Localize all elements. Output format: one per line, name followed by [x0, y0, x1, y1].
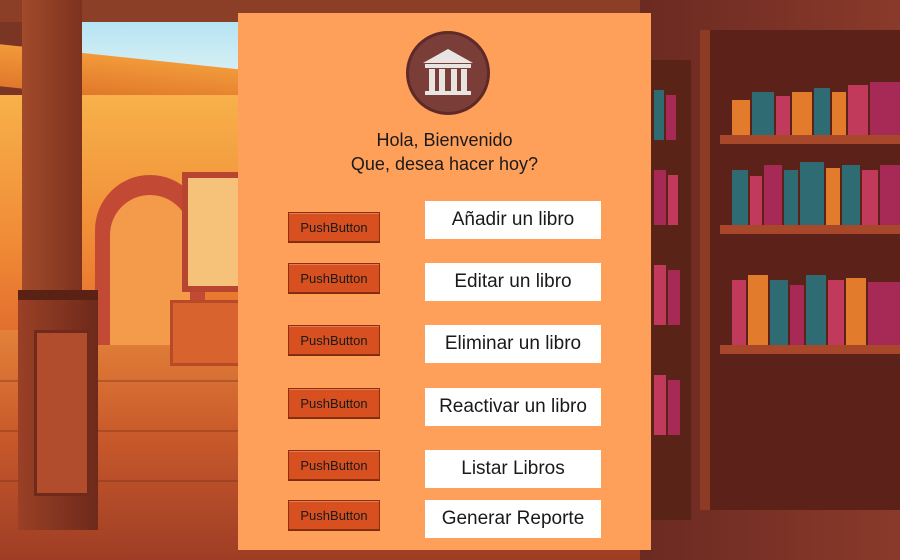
edit-book-button[interactable]: Editar un libro [425, 263, 601, 301]
book-spine [732, 100, 750, 135]
push-button-edit[interactable]: PushButton [288, 263, 380, 293]
book-spine [828, 280, 844, 345]
book-spine [666, 95, 676, 140]
shelf-board [720, 225, 900, 234]
book-spine [750, 176, 762, 225]
book-spine [770, 280, 788, 345]
generate-report-button[interactable]: Generar Reporte [425, 500, 601, 538]
delete-book-button[interactable]: Eliminar un libro [425, 325, 601, 363]
shelf-board [720, 135, 900, 144]
add-book-button[interactable]: Añadir un libro [425, 201, 601, 239]
library-logo [406, 31, 490, 115]
push-button-list[interactable]: PushButton [288, 450, 380, 480]
book-spine [862, 170, 878, 225]
book-spine [870, 82, 900, 135]
book-spine [654, 90, 664, 140]
book-spine [654, 375, 666, 435]
book-spine [792, 92, 812, 135]
book-spine [668, 175, 678, 225]
book-spine [800, 162, 824, 225]
museum-building-icon [423, 49, 473, 95]
book-spine [814, 88, 830, 135]
wooden-pillar [22, 0, 82, 300]
book-spine [752, 92, 774, 135]
book-spine [668, 380, 680, 435]
book-spine [868, 282, 900, 345]
list-books-button[interactable]: Listar Libros [425, 450, 601, 488]
book-spine [848, 85, 868, 135]
book-spine [846, 278, 866, 345]
book-spine [790, 285, 804, 345]
shelf-board [720, 345, 900, 354]
book-spine [732, 170, 748, 225]
book-spine [826, 168, 840, 225]
book-spine [654, 170, 666, 225]
push-button-report[interactable]: PushButton [288, 500, 380, 530]
pillar-base-panel [34, 330, 90, 496]
book-spine [832, 92, 846, 135]
push-button-reactivate[interactable]: PushButton [288, 388, 380, 418]
book-spine [880, 165, 900, 225]
book-spine [806, 275, 826, 345]
book-spine [764, 165, 782, 225]
reactivate-book-button[interactable]: Reactivar un libro [425, 388, 601, 426]
greeting-subtitle: Que, desea hacer hoy? [350, 154, 539, 174]
book-spine [748, 275, 768, 345]
book-spine [668, 270, 680, 325]
book-spine [784, 170, 798, 225]
book-spine [842, 165, 860, 225]
book-spine [732, 280, 746, 345]
push-button-add[interactable]: PushButton [288, 212, 380, 242]
greeting-title: Hola, Bienvenido [376, 130, 513, 150]
main-menu-panel: Hola, Bienvenido Que, desea hacer hoy? P… [238, 13, 651, 550]
book-spine [776, 96, 790, 135]
push-button-delete[interactable]: PushButton [288, 325, 380, 355]
book-spine [654, 265, 666, 325]
